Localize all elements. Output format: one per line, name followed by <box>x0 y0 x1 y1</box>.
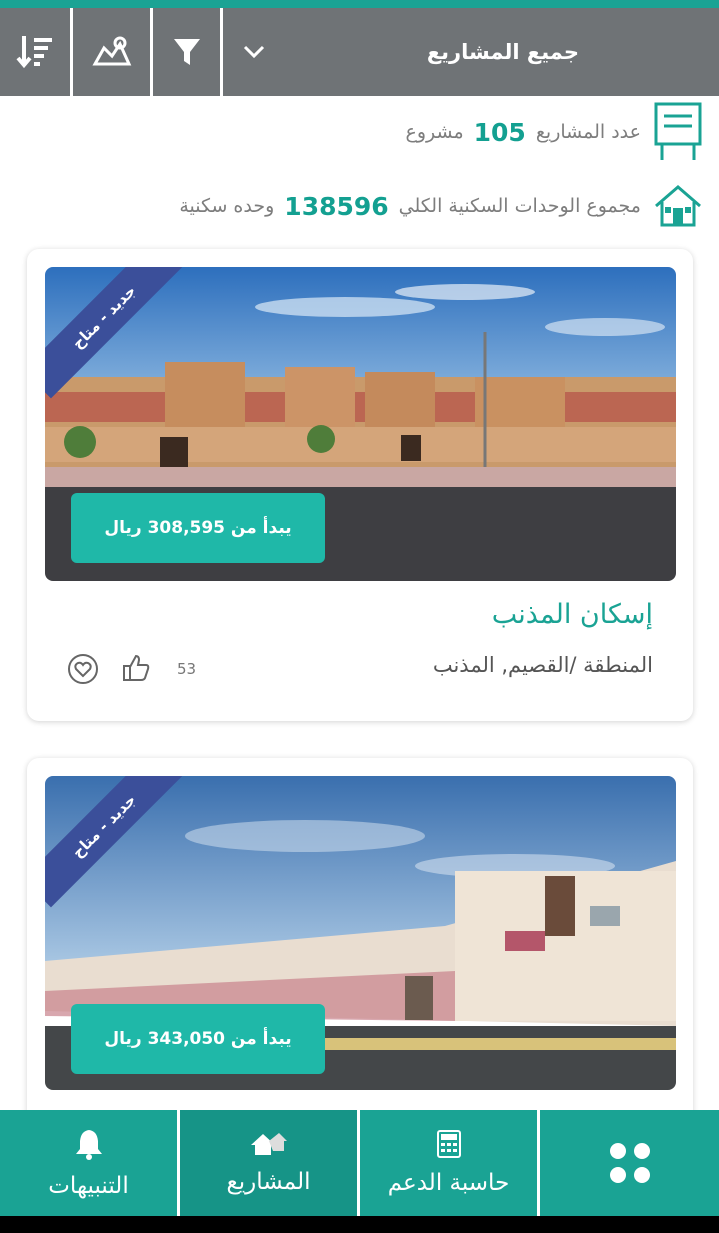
nav-menu[interactable] <box>540 1110 719 1216</box>
favorite-button[interactable] <box>67 653 99 689</box>
chevron-down-icon <box>243 45 265 59</box>
like-button[interactable] <box>121 653 151 687</box>
heart-icon <box>68 654 98 684</box>
system-nav-bar <box>0 1216 719 1233</box>
document-board-icon <box>653 102 703 162</box>
project-name[interactable]: إسكان المذنب <box>492 599 653 630</box>
projects-prefix: عدد المشاريع <box>535 121 641 143</box>
sort-icon <box>16 36 52 69</box>
units-count: 138596 <box>284 191 389 221</box>
project-card[interactable]: جديد - متاح يبدأ من 308,595 ريال إسكان ا… <box>27 249 693 721</box>
map-button[interactable] <box>73 8 153 96</box>
project-photo[interactable]: جديد - متاح يبدأ من 343,050 ريال <box>45 776 676 1090</box>
project-region: المنطقة /القصيم, المذنب <box>432 653 653 677</box>
units-count-row: مجموع الوحدات السكنية الكلي 138596 وحده … <box>179 176 703 236</box>
projects-dropdown[interactable]: جميع المشاريع <box>223 8 719 96</box>
price-button[interactable]: يبدأ من 308,595 ريال <box>71 493 325 563</box>
dropdown-label: جميع المشاريع <box>426 40 579 64</box>
thumbs-up-icon <box>123 654 150 681</box>
filter-button[interactable] <box>153 8 223 96</box>
price-button[interactable]: يبدأ من 343,050 ريال <box>71 1004 325 1074</box>
bell-icon <box>75 1130 102 1160</box>
project-photo[interactable]: جديد - متاح يبدأ من 308,595 ريال <box>45 267 676 581</box>
house-icon <box>653 176 703 236</box>
nav-calculator[interactable]: حاسبة الدعم <box>360 1110 540 1216</box>
map-icon <box>91 36 131 66</box>
calculator-icon <box>436 1130 461 1158</box>
toolbar: جميع المشاريع <box>0 8 719 96</box>
units-prefix: مجموع الوحدات السكنية الكلي <box>398 195 641 217</box>
nav-alerts[interactable]: التنبيهات <box>0 1110 180 1216</box>
filter-icon <box>173 39 200 65</box>
sort-button[interactable] <box>0 8 73 96</box>
likes-count: 53 <box>177 660 197 678</box>
nav-alerts-label: التنبيهات <box>48 1173 129 1199</box>
nav-calculator-label: حاسبة الدعم <box>387 1170 510 1196</box>
nav-projects-label: المشاريع <box>226 1169 311 1195</box>
projects-count-row: عدد المشاريع 105 مشروع <box>406 102 704 162</box>
project-card[interactable]: جديد - متاح يبدأ من 343,050 ريال <box>27 758 693 1158</box>
stats-panel: عدد المشاريع 105 مشروع مجموع الوحدات الس… <box>0 96 719 246</box>
bottom-nav: التنبيهات المشاريع حاسبة الدعم <box>0 1110 719 1216</box>
projects-icon <box>250 1133 287 1155</box>
grid-dots-icon <box>609 1143 650 1183</box>
projects-suffix: مشروع <box>405 121 464 143</box>
projects-count: 105 <box>473 117 526 147</box>
units-suffix: وحده سكنية <box>179 195 275 217</box>
nav-projects[interactable]: المشاريع <box>180 1110 360 1216</box>
top-accent-strip <box>0 0 719 8</box>
